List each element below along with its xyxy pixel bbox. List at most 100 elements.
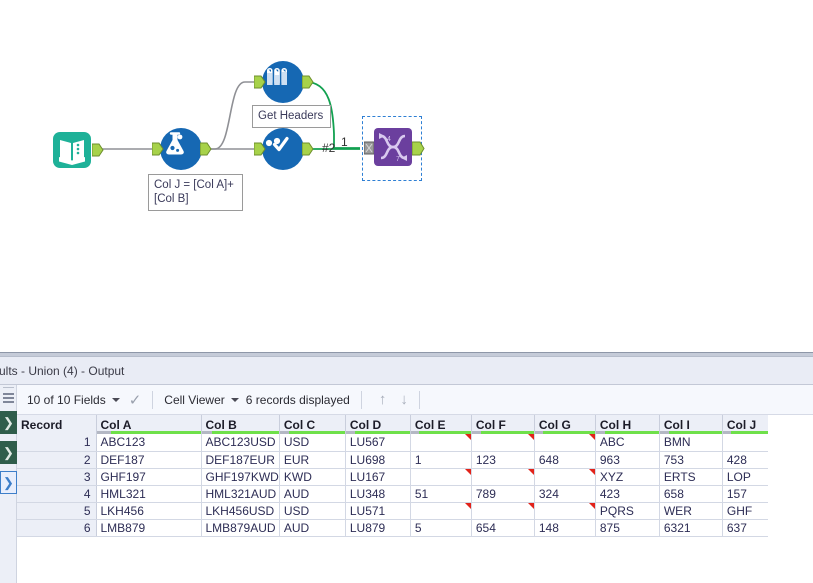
table-row[interactable]: 1 ABC123 ABC123USD USD LU567 ABC BMN bbox=[17, 434, 783, 452]
table-cell[interactable]: GHF197 bbox=[96, 468, 202, 486]
table-cell[interactable]: LU348 bbox=[345, 485, 411, 503]
column-header-col-b[interactable]: Col B bbox=[201, 415, 280, 434]
table-cell[interactable]: ABC123 bbox=[96, 434, 202, 452]
fields-chevron-down-icon[interactable] bbox=[111, 397, 120, 402]
table-cell[interactable]: LU879 bbox=[345, 519, 411, 537]
table-cell[interactable]: DEF187EUR bbox=[201, 451, 280, 469]
table-cell[interactable]: AUD bbox=[279, 485, 346, 503]
rail-chevron-3[interactable]: ❯ bbox=[0, 471, 17, 494]
output-anchor[interactable] bbox=[200, 142, 212, 156]
table-cell[interactable]: PQRS bbox=[595, 502, 660, 520]
table-cell[interactable]: 148 bbox=[534, 519, 596, 537]
cell-viewer-label[interactable]: Cell Viewer bbox=[164, 393, 224, 407]
table-cell[interactable]: 654 bbox=[471, 519, 535, 537]
table-cell[interactable]: 963 bbox=[595, 451, 660, 469]
table-cell[interactable]: 875 bbox=[595, 519, 660, 537]
table-cell[interactable]: LU698 bbox=[345, 451, 411, 469]
table-cell[interactable]: EUR bbox=[279, 451, 346, 469]
table-row[interactable]: 6 LMB879 LMB879AUD AUD LU879 5 654 148 875 6321 63… bbox=[17, 519, 783, 537]
table-cell[interactable] bbox=[471, 502, 535, 520]
table-cell[interactable]: LMB879AUD bbox=[201, 519, 280, 537]
column-header-col-d[interactable]: Col D bbox=[345, 415, 411, 434]
output-anchor[interactable] bbox=[302, 142, 314, 156]
table-cell[interactable]: ERTS bbox=[659, 468, 723, 486]
rail-chevron-1[interactable]: ❯ bbox=[0, 411, 17, 434]
flask-icon bbox=[160, 128, 202, 170]
column-header-col-e[interactable]: Col E bbox=[410, 415, 472, 434]
table-row[interactable]: 4 HML321 HML321AUD AUD LU348 51 789 324 423 658 15… bbox=[17, 485, 783, 503]
table-cell[interactable] bbox=[471, 468, 535, 486]
output-anchor[interactable] bbox=[302, 75, 314, 89]
table-cell[interactable] bbox=[534, 434, 596, 452]
column-header-col-g[interactable]: Col G bbox=[534, 415, 596, 434]
table-row[interactable]: 3 GHF197 GHF197KWD KWD LU167 XYZ ERTS LOP bbox=[17, 468, 783, 486]
workflow-canvas[interactable]: Col J = [Col A]+ [Col B] Get Headers #2 … bbox=[0, 0, 813, 352]
table-cell[interactable]: 324 bbox=[534, 485, 596, 503]
table-cell[interactable]: 1 bbox=[410, 451, 472, 469]
table-cell[interactable]: BMN bbox=[659, 434, 723, 452]
table-cell[interactable]: XYZ bbox=[595, 468, 660, 486]
table-cell[interactable] bbox=[534, 468, 596, 486]
table-cell[interactable]: USD bbox=[279, 434, 346, 452]
table-cell[interactable] bbox=[471, 434, 535, 452]
column-header-col-f[interactable]: Col F bbox=[471, 415, 535, 434]
table-cell[interactable]: 51 bbox=[410, 485, 472, 503]
output-anchor[interactable] bbox=[92, 143, 104, 157]
table-cell[interactable]: ABC bbox=[595, 434, 660, 452]
toolbar-divider-2 bbox=[360, 390, 362, 409]
table-cell[interactable]: 5 bbox=[410, 519, 472, 537]
table-cell[interactable] bbox=[410, 502, 472, 520]
table-cell[interactable]: WER bbox=[659, 502, 723, 520]
rail-chevron-2[interactable]: ❯ bbox=[0, 441, 17, 464]
table-cell[interactable]: 423 bbox=[595, 485, 660, 503]
table-cell[interactable]: LKH456USD bbox=[201, 502, 280, 520]
table-cell[interactable]: LU167 bbox=[345, 468, 411, 486]
scroll-down-arrow-icon[interactable]: ↓ bbox=[400, 391, 408, 408]
column-header-col-h[interactable]: Col H bbox=[595, 415, 660, 434]
get-headers-annotation: Get Headers bbox=[252, 105, 331, 128]
table-cell[interactable]: LU567 bbox=[345, 434, 411, 452]
menu-icon[interactable] bbox=[3, 393, 14, 405]
fields-count-label[interactable]: 10 of 10 Fields bbox=[27, 393, 106, 407]
node-select[interactable] bbox=[254, 128, 314, 170]
cell-viewer-chevron-down-icon[interactable] bbox=[230, 397, 239, 402]
table-cell[interactable]: AUD bbox=[279, 519, 346, 537]
column-header-col-i[interactable]: Col I bbox=[659, 415, 723, 434]
table-row[interactable]: 2 DEF187 DEF187EUR EUR LU698 1 123 648 963 753 428 bbox=[17, 451, 783, 469]
node-formula[interactable] bbox=[152, 128, 212, 170]
node-get-headers[interactable] bbox=[254, 61, 314, 103]
table-cell[interactable]: USD bbox=[279, 502, 346, 520]
record-number-cell: 6 bbox=[17, 519, 97, 537]
column-header-col-c[interactable]: Col C bbox=[279, 415, 346, 434]
table-cell[interactable]: LMB879 bbox=[96, 519, 202, 537]
table-cell[interactable]: 6321 bbox=[659, 519, 723, 537]
results-data-grid[interactable]: Record Col A Col B Col C Col D Col E Col F Col… bbox=[17, 415, 813, 583]
table-row[interactable]: 5 LKH456 LKH456USD USD LU571 PQRS WER GHF bbox=[17, 502, 783, 520]
table-cell[interactable] bbox=[410, 434, 472, 452]
rail-grip[interactable] bbox=[3, 387, 14, 390]
table-cell[interactable]: 648 bbox=[534, 451, 596, 469]
check-icon[interactable]: ✓ bbox=[129, 391, 142, 409]
table-cell[interactable]: 123 bbox=[471, 451, 535, 469]
table-cell[interactable]: DEF187 bbox=[96, 451, 202, 469]
null-value-marker-icon bbox=[588, 502, 595, 509]
record-number-cell: 3 bbox=[17, 468, 97, 486]
column-header-col-a[interactable]: Col A bbox=[96, 415, 202, 434]
table-cell[interactable]: GHF197KWD bbox=[201, 468, 280, 486]
table-cell[interactable]: 753 bbox=[659, 451, 723, 469]
column-header-record[interactable]: Record bbox=[17, 415, 97, 434]
table-cell[interactable]: LKH456 bbox=[96, 502, 202, 520]
table-cell[interactable]: ABC123USD bbox=[201, 434, 280, 452]
table-cell[interactable]: HML321AUD bbox=[201, 485, 280, 503]
table-cell[interactable] bbox=[410, 468, 472, 486]
scroll-up-arrow-icon[interactable]: ↑ bbox=[379, 391, 387, 408]
table-cell[interactable]: 789 bbox=[471, 485, 535, 503]
table-cell[interactable]: LU571 bbox=[345, 502, 411, 520]
table-cell[interactable] bbox=[534, 502, 596, 520]
table-cell[interactable]: 658 bbox=[659, 485, 723, 503]
data-table: Record Col A Col B Col C Col D Col E Col F Col… bbox=[17, 415, 783, 537]
results-title-text: sults - Union (4) - Output bbox=[0, 363, 125, 378]
table-cell[interactable]: HML321 bbox=[96, 485, 202, 503]
table-cell[interactable]: KWD bbox=[279, 468, 346, 486]
output-anchor[interactable] bbox=[412, 141, 425, 156]
